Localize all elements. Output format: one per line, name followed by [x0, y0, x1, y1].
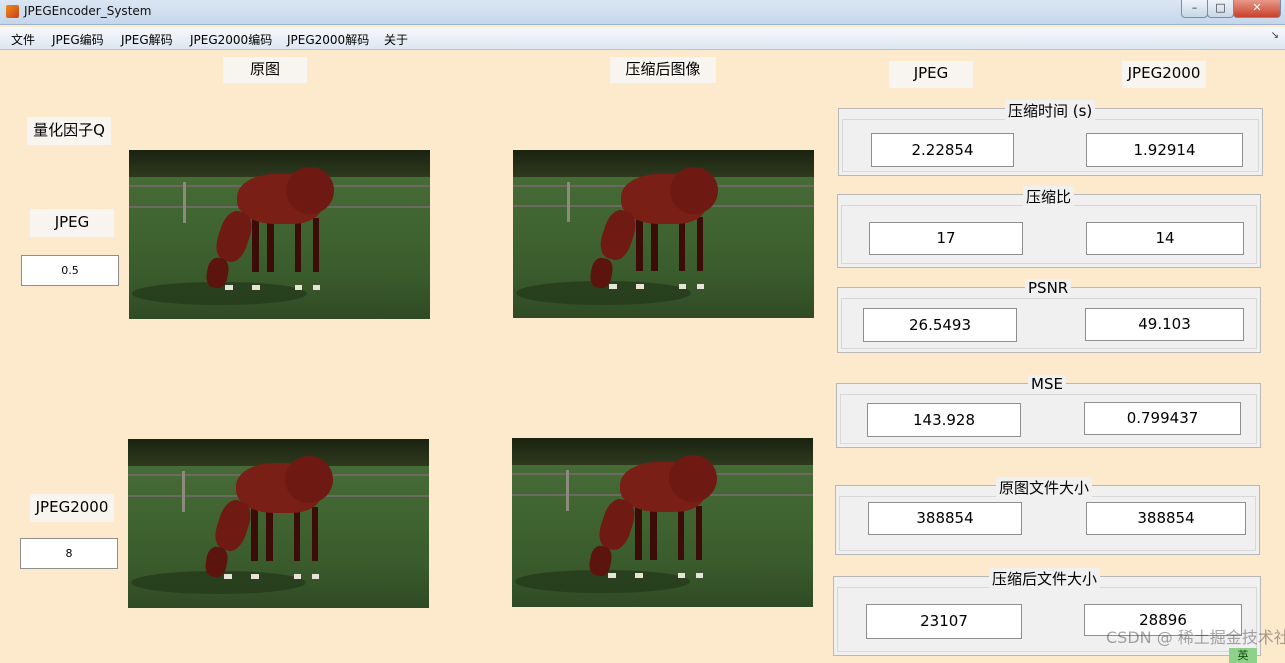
jpeg2000-mse-field[interactable]: 0.799437 [1084, 402, 1241, 435]
mse-panel: MSE 143.928 0.799437 [836, 375, 1261, 448]
psnr-panel: PSNR 26.5493 49.103 [837, 279, 1261, 353]
jpeg2000-column-header: JPEG2000 [1122, 61, 1206, 88]
menu-file[interactable]: 文件 [11, 31, 35, 48]
jpeg2000-compressed-image [512, 438, 813, 607]
compress-time-panel: 压缩时间 (s) 2.22854 1.92914 [838, 100, 1263, 176]
jpeg2000-original-size-field[interactable]: 388854 [1086, 502, 1246, 535]
jpeg-compress-time-field[interactable]: 2.22854 [871, 133, 1014, 167]
menu-jpeg-decode[interactable]: JPEG解码 [121, 31, 173, 48]
jpeg-quant-input[interactable]: 0.5 [21, 255, 119, 286]
jpeg2000-psnr-field[interactable]: 49.103 [1085, 308, 1244, 341]
compressed-image-header: 压缩后图像 [610, 57, 716, 83]
maximize-button[interactable]: □ [1207, 0, 1234, 18]
mse-title: MSE [1028, 375, 1066, 393]
original-image-header: 原图 [223, 57, 307, 83]
menu-jpeg2000-encode[interactable]: JPEG2000编码 [190, 31, 272, 48]
compressed-size-title: 压缩后文件大小 [989, 568, 1101, 589]
jpeg-column-header: JPEG [889, 61, 973, 88]
jpeg2000-quant-label: JPEG2000 [30, 494, 114, 522]
original-size-panel: 原图文件大小 388854 388854 [835, 477, 1260, 555]
window-titlebar: JPEGEncoder_System – □ ✕ [0, 0, 1285, 25]
jpeg-original-image [129, 150, 430, 319]
jpeg-compress-ratio-field[interactable]: 17 [869, 222, 1023, 255]
jpeg2000-compress-time-field[interactable]: 1.92914 [1086, 133, 1243, 167]
menu-about[interactable]: 关于 [384, 31, 408, 48]
jpeg2000-original-image [128, 439, 429, 608]
compress-ratio-title: 压缩比 [1023, 186, 1075, 207]
ime-indicator[interactable]: 英 [1229, 648, 1257, 663]
minimize-button[interactable]: – [1181, 0, 1208, 18]
menu-jpeg-encode[interactable]: JPEG编码 [52, 31, 104, 48]
jpeg2000-compress-ratio-field[interactable]: 14 [1086, 222, 1244, 255]
jpeg-mse-field[interactable]: 143.928 [867, 403, 1021, 437]
jpeg-quant-label: JPEG [30, 209, 114, 237]
jpeg-original-size-field[interactable]: 388854 [868, 502, 1022, 535]
quant-factor-label: 量化因子Q [27, 117, 111, 145]
toolbar-toggle-icon[interactable]: ↘ [1271, 30, 1279, 41]
menu-jpeg2000-decode[interactable]: JPEG2000解码 [287, 31, 369, 48]
jpeg-compressed-image [513, 150, 814, 318]
menu-bar: 文件 JPEG编码 JPEG解码 JPEG2000编码 JPEG2000解码 关… [0, 27, 1285, 50]
psnr-title: PSNR [1025, 279, 1072, 297]
compress-ratio-panel: 压缩比 17 14 [837, 186, 1261, 268]
matlab-app-icon [6, 5, 19, 18]
jpeg-psnr-field[interactable]: 26.5493 [863, 308, 1017, 342]
window-title: JPEGEncoder_System [24, 4, 152, 18]
jpeg-compressed-size-field[interactable]: 23107 [866, 604, 1022, 639]
original-size-title: 原图文件大小 [996, 477, 1093, 498]
jpeg2000-quant-input[interactable]: 8 [20, 538, 118, 569]
compress-time-title: 压缩时间 (s) [1005, 100, 1096, 121]
close-button[interactable]: ✕ [1233, 0, 1281, 18]
csdn-watermark: CSDN @ 稀土掘金技术社区 [1106, 628, 1285, 647]
